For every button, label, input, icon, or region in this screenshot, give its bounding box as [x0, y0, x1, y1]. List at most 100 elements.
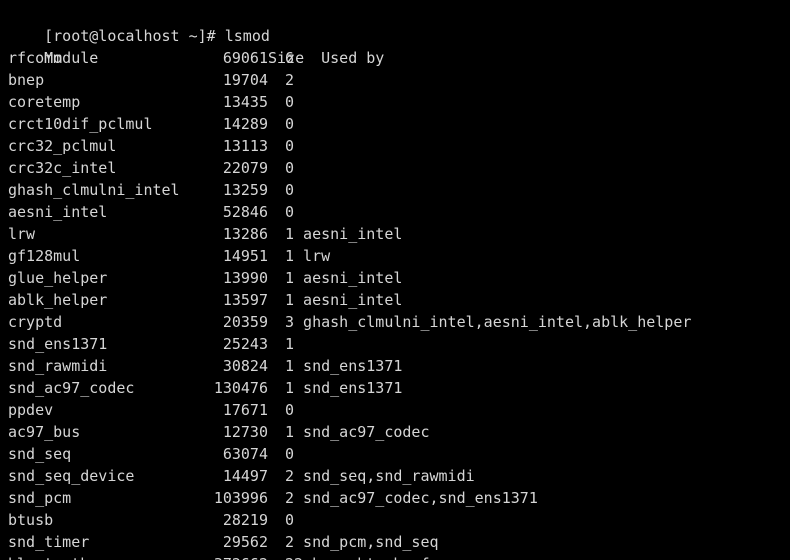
module-name: rfcomm: [8, 49, 63, 67]
module-name: snd_timer: [8, 533, 90, 551]
table-row: btusb 28219 0: [8, 509, 790, 531]
module-size: 14951: [222, 247, 268, 265]
module-size: 130476: [213, 379, 268, 397]
module-used-by: 1 snd_ens1371: [285, 357, 403, 375]
module-name: bluetooth: [8, 553, 190, 560]
module-size: 13990: [222, 269, 268, 287]
module-name: snd_ens1371: [8, 335, 108, 353]
module-used-by: 2: [285, 71, 295, 89]
module-used-by: 6: [285, 49, 295, 67]
module-name: ppdev: [8, 401, 54, 419]
table-row: snd_ens1371 25243 1: [8, 333, 790, 355]
module-name: ablk_helper: [8, 291, 108, 309]
module-used-by: 0: [285, 511, 295, 529]
table-row: bnep 19704 2: [8, 69, 790, 91]
table-row: ppdev 17671 0: [8, 399, 790, 421]
module-used-by: 0: [285, 181, 295, 199]
module-size: 103996: [213, 489, 268, 507]
module-name: snd_pcm: [8, 489, 72, 507]
table-row: snd_rawmidi 30824 1 snd_ens1371: [8, 355, 790, 377]
terminal-window[interactable]: [root@localhost ~]# lsmod Module Size Used…: [0, 0, 790, 560]
table-row: lrw 13286 1 aesni_intel: [8, 223, 790, 245]
module-name: aesni_intel: [8, 203, 108, 221]
module-size: 52846: [222, 203, 268, 221]
table-row: rfcomm 69061 6: [8, 47, 790, 69]
module-used-by: 1 aesni_intel: [285, 269, 403, 287]
module-used-by: 0: [285, 93, 295, 111]
command-text: lsmod: [224, 27, 270, 45]
module-size: 63074: [222, 445, 268, 463]
module-name: ac97_bus: [8, 423, 81, 441]
module-used-by: 2 snd_seq,snd_rawmidi: [285, 467, 475, 485]
module-name: snd_ac97_codec: [8, 379, 135, 397]
table-row: ablk_helper 13597 1 aesni_intel: [8, 289, 790, 311]
module-used-by: 1 snd_ac97_codec: [285, 423, 430, 441]
lsmod-table-body: rfcomm 69061 6 bnep 19704 2 coretemp 13435 0 crct…: [8, 47, 790, 560]
table-row: crc32c_intel 22079 0: [8, 157, 790, 179]
module-used-by: 1 snd_ens1371: [285, 379, 403, 397]
module-size: 12730: [222, 423, 268, 441]
module-name: glue_helper: [8, 269, 108, 287]
module-size: 28219: [222, 511, 268, 529]
module-used-by: 0: [285, 401, 295, 419]
table-row: aesni_intel 52846 0: [8, 201, 790, 223]
module-size: 13113: [222, 137, 268, 155]
table-row: crc32_pclmul 13113 0: [8, 135, 790, 157]
table-row: crct10dif_pclmul 14289 0: [8, 113, 790, 135]
module-size: 29562: [222, 533, 268, 551]
module-used-by: 0: [285, 115, 295, 133]
module-name: snd_seq: [8, 445, 72, 463]
module-name: snd_seq_device: [8, 467, 135, 485]
module-size: 25243: [222, 335, 268, 353]
module-size: 22079: [222, 159, 268, 177]
table-row: bluetooth37266222 bnep,btusb,rfcomm: [8, 553, 790, 560]
table-row: snd_seq 63074 0: [8, 443, 790, 465]
table-row: snd_pcm 103996 2 snd_ac97_codec,snd_ens137…: [8, 487, 790, 509]
module-name: lrw: [8, 225, 36, 243]
module-name: btusb: [8, 511, 54, 529]
table-row: glue_helper 13990 1 aesni_intel: [8, 267, 790, 289]
terminal-prompt-line: [root@localhost ~]# lsmod: [8, 3, 790, 45]
module-size: 30824: [222, 357, 268, 375]
module-size: 13435: [222, 93, 268, 111]
module-used-by: 1 lrw: [285, 247, 331, 265]
module-used-by: 1 aesni_intel: [285, 291, 403, 309]
module-size: 14289: [222, 115, 268, 133]
module-name: ghash_clmulni_intel: [8, 181, 180, 199]
module-size: 372662: [190, 553, 268, 560]
module-size: 13259: [222, 181, 268, 199]
module-used-by: 1 aesni_intel: [285, 225, 403, 243]
table-row: snd_seq_device 14497 2 snd_seq,snd_rawmidi: [8, 465, 790, 487]
table-row: snd_ac97_codec 130476 1 snd_ens1371: [8, 377, 790, 399]
module-name: bnep: [8, 71, 45, 89]
module-size: 19704: [222, 71, 268, 89]
module-name: gf128mul: [8, 247, 81, 265]
table-row: gf128mul 14951 1 lrw: [8, 245, 790, 267]
module-used-by: 0: [285, 159, 295, 177]
module-size: 20359: [222, 313, 268, 331]
table-row: coretemp 13435 0: [8, 91, 790, 113]
module-name: crc32c_intel: [8, 159, 117, 177]
module-name: snd_rawmidi: [8, 357, 108, 375]
module-used-by: 0: [285, 203, 295, 221]
module-name: cryptd: [8, 313, 63, 331]
module-size: 69061: [222, 49, 268, 67]
module-size: 17671: [222, 401, 268, 419]
module-name: crct10dif_pclmul: [8, 115, 153, 133]
module-used-by: 2 snd_pcm,snd_seq: [285, 533, 439, 551]
shell-prompt: [root@localhost ~]#: [44, 27, 225, 45]
module-used-by: 0: [285, 137, 295, 155]
module-name: coretemp: [8, 93, 81, 111]
module-used-by: 3 ghash_clmulni_intel,aesni_intel,ablk_h…: [285, 313, 692, 331]
module-used-by: 1: [285, 335, 295, 353]
module-used-by: 22 bnep,btusb,rfcomm: [268, 553, 466, 560]
table-row: snd_timer 29562 2 snd_pcm,snd_seq: [8, 531, 790, 553]
column-header-used-by: Used by: [321, 49, 385, 67]
module-size: 13286: [222, 225, 268, 243]
module-used-by: 2 snd_ac97_codec,snd_ens1371: [285, 489, 538, 507]
table-row: cryptd 20359 3 ghash_clmulni_intel,aesni_i…: [8, 311, 790, 333]
table-row: ghash_clmulni_intel 13259 0: [8, 179, 790, 201]
module-size: 13597: [222, 291, 268, 309]
table-row: ac97_bus 12730 1 snd_ac97_codec: [8, 421, 790, 443]
module-name: crc32_pclmul: [8, 137, 117, 155]
